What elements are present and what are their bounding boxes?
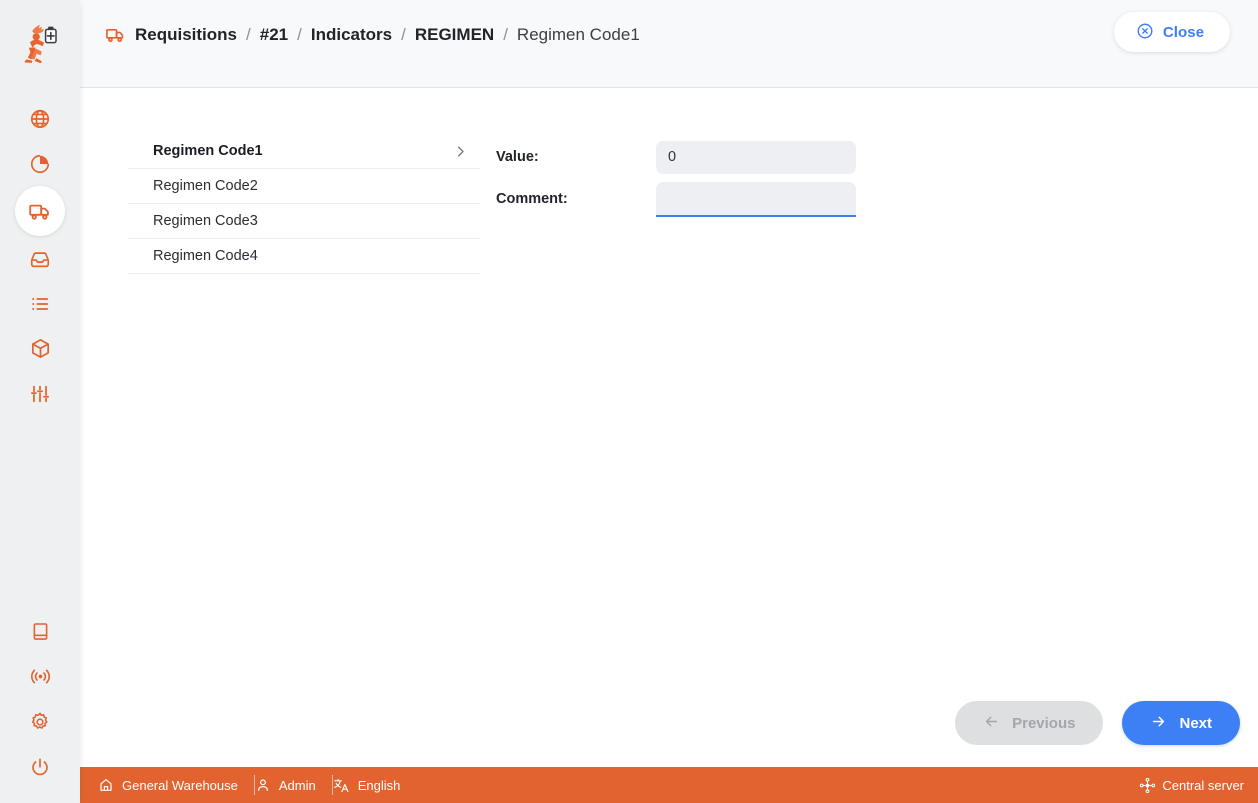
indicator-editor: Regimen Code1 Regimen Code2 Regimen Code… <box>80 88 1258 274</box>
status-server-label: Central server <box>1162 777 1244 793</box>
breadcrumb: Requisitions / #21 / Indicators / REGIME… <box>105 18 640 45</box>
value-label: Value: <box>496 149 539 165</box>
book-icon <box>30 621 51 642</box>
person-icon <box>255 777 271 793</box>
truck-icon <box>105 24 126 45</box>
close-button-label: Close <box>1162 23 1205 41</box>
breadcrumb-item-regimen[interactable]: REGIMEN <box>415 26 494 43</box>
pie-chart-icon <box>29 153 51 175</box>
sidebar-item-lists[interactable] <box>14 281 66 326</box>
wizard-navigation: Previous Next <box>955 701 1240 745</box>
list-item[interactable]: Regimen Code1 <box>128 134 480 169</box>
status-user-label: Admin <box>278 777 316 793</box>
list-item[interactable]: Regimen Code2 <box>128 169 480 204</box>
breadcrumb-item-current: Regimen Code1 <box>516 25 640 44</box>
status-store[interactable]: General Warehouse <box>98 777 254 793</box>
arrow-left-icon <box>983 713 1000 734</box>
status-language-label: English <box>357 777 401 793</box>
sidebar-item-reports[interactable] <box>14 141 66 186</box>
status-user[interactable]: Admin <box>255 777 332 793</box>
breadcrumb-item-indicators[interactable]: Indicators <box>311 26 392 43</box>
sidebar-nav-top <box>14 96 66 416</box>
page-header: Requisitions / #21 / Indicators / REGIME… <box>80 0 1258 88</box>
status-language[interactable]: English <box>333 777 417 794</box>
broadcast-icon <box>29 665 52 688</box>
breadcrumb-separator: / <box>297 25 302 44</box>
translate-icon <box>333 777 350 794</box>
main-area: Requisitions / #21 / Indicators / REGIME… <box>80 0 1258 803</box>
close-circle-icon <box>1136 22 1154 43</box>
sidebar-item-dashboard[interactable] <box>14 96 66 141</box>
value-input[interactable] <box>656 140 856 174</box>
list-item[interactable]: Regimen Code4 <box>128 239 480 274</box>
sidebar-nav-bottom <box>14 609 66 789</box>
indicator-form: Value: Comment: <box>496 134 856 220</box>
sidebar-item-tools[interactable] <box>14 371 66 416</box>
sidebar-item-inbound[interactable] <box>14 236 66 281</box>
list-item-label: Regimen Code2 <box>153 178 258 194</box>
previous-button-label: Previous <box>1012 714 1076 732</box>
status-bar: General Warehouse Admin English Central … <box>80 767 1258 803</box>
breadcrumb-item-requisitions[interactable]: Requisitions <box>135 26 237 43</box>
home-icon <box>98 777 114 793</box>
gear-icon <box>29 711 51 733</box>
sidebar-item-stock[interactable] <box>14 326 66 371</box>
comment-row: Comment: <box>496 178 856 220</box>
comment-label: Comment: <box>496 191 568 207</box>
list-item-label: Regimen Code1 <box>153 143 263 159</box>
value-row: Value: <box>496 136 856 178</box>
status-server[interactable]: Central server <box>1139 777 1244 794</box>
globe-icon <box>29 108 51 130</box>
power-icon <box>29 756 51 778</box>
inbox-icon <box>29 248 51 270</box>
sidebar <box>0 0 80 803</box>
chevron-right-icon <box>453 144 468 159</box>
close-button[interactable]: Close <box>1114 12 1230 52</box>
list-icon <box>29 293 51 315</box>
sliders-icon <box>29 383 51 405</box>
package-icon <box>29 337 52 360</box>
app-root: Requisitions / #21 / Indicators / REGIME… <box>0 0 1258 803</box>
breadcrumb-separator: / <box>401 25 406 44</box>
breadcrumb-separator: / <box>503 25 508 44</box>
next-button[interactable]: Next <box>1122 701 1240 745</box>
sidebar-item-logout[interactable] <box>14 744 66 789</box>
sidebar-item-settings[interactable] <box>14 699 66 744</box>
next-button-label: Next <box>1179 714 1212 732</box>
sidebar-item-manual[interactable] <box>14 609 66 654</box>
page-content: Regimen Code1 Regimen Code2 Regimen Code… <box>80 88 1258 767</box>
hub-icon <box>1139 777 1156 794</box>
comment-input[interactable] <box>656 181 856 217</box>
sidebar-item-requisitions[interactable] <box>15 186 65 236</box>
sidebar-item-sync[interactable] <box>14 654 66 699</box>
breadcrumb-item-number[interactable]: #21 <box>260 26 288 43</box>
arrow-right-icon <box>1150 713 1167 734</box>
indicator-list: Regimen Code1 Regimen Code2 Regimen Code… <box>128 134 480 274</box>
list-item-label: Regimen Code4 <box>153 248 258 264</box>
msupply-runner-logo[interactable] <box>16 18 64 68</box>
status-store-label: General Warehouse <box>122 777 238 793</box>
truck-icon <box>28 199 52 223</box>
list-item[interactable]: Regimen Code3 <box>128 204 480 239</box>
previous-button[interactable]: Previous <box>955 701 1104 745</box>
breadcrumb-separator: / <box>246 25 251 44</box>
list-item-label: Regimen Code3 <box>153 213 258 229</box>
